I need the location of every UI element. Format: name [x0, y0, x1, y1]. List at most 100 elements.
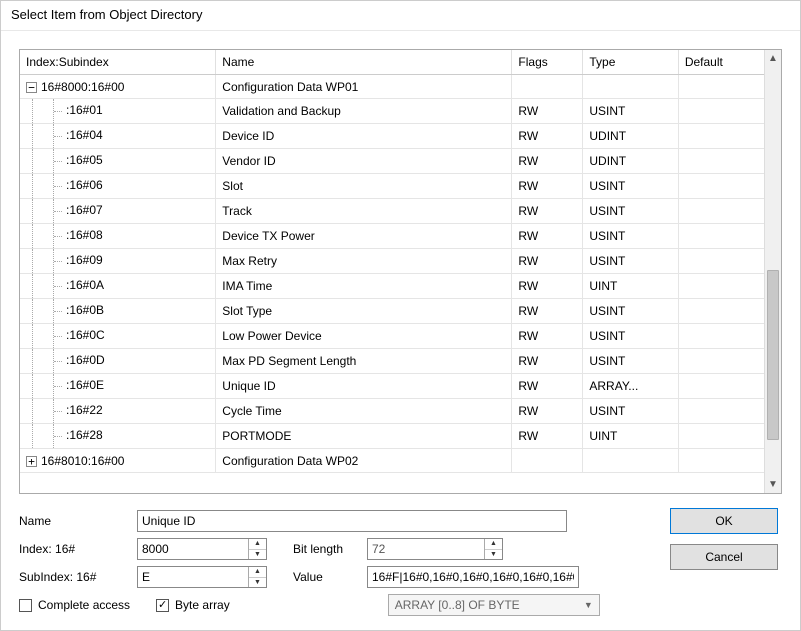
subindex-input[interactable]: [138, 567, 248, 587]
tree-child-row[interactable]: :16#09Max RetryRWUSINT: [20, 249, 764, 274]
byte-array-label: Byte array: [175, 598, 230, 612]
tree-child-index[interactable]: :16#04: [20, 124, 216, 149]
label-bitlength: Bit length: [293, 542, 359, 556]
tree-group-index[interactable]: +16#8010:16#00: [20, 449, 216, 473]
scroll-up-icon[interactable]: ▲: [765, 50, 781, 67]
spinner-up-icon[interactable]: ▲: [249, 567, 266, 578]
cell-flags: [512, 449, 583, 473]
tree-child-name: Slot Type: [216, 299, 512, 324]
detail-form: Name Index: 16# ▲ ▼ Bit length ▲: [19, 504, 782, 616]
cell-default: [678, 249, 764, 274]
scroll-down-icon[interactable]: ▼: [765, 476, 781, 493]
tree-child-row[interactable]: :16#04Device IDRWUDINT: [20, 124, 764, 149]
cell-flags: RW: [512, 99, 583, 124]
cell-default: [678, 75, 764, 99]
tree-child-name: IMA Time: [216, 274, 512, 299]
tree-child-row[interactable]: :16#22Cycle TimeRWUSINT: [20, 399, 764, 424]
cell-default: [678, 274, 764, 299]
array-type-combo[interactable]: ARRAY [0..8] OF BYTE ▼: [388, 594, 600, 616]
col-flags[interactable]: Flags: [512, 50, 583, 75]
tree-root-row[interactable]: −16#8000:16#00Configuration Data WP01: [20, 75, 764, 99]
tree-child-index[interactable]: :16#06: [20, 174, 216, 199]
cell-default: [678, 124, 764, 149]
tree-root-index[interactable]: −16#8000:16#00: [20, 75, 216, 99]
tree-child-row[interactable]: :16#0AIMA TimeRWUINT: [20, 274, 764, 299]
scroll-thumb[interactable]: [767, 270, 779, 440]
tree-child-row[interactable]: :16#0BSlot TypeRWUSINT: [20, 299, 764, 324]
cell-type: USINT: [583, 299, 678, 324]
spinner-down-icon[interactable]: ▼: [485, 550, 502, 560]
tree-child-row[interactable]: :16#08Device TX PowerRWUSINT: [20, 224, 764, 249]
tree-child-index[interactable]: :16#09: [20, 249, 216, 274]
vertical-scrollbar[interactable]: ▲ ▼: [764, 50, 781, 493]
name-field[interactable]: [137, 510, 567, 532]
tree-child-index[interactable]: :16#0A: [20, 274, 216, 299]
cell-type: UDINT: [583, 124, 678, 149]
tree-child-index[interactable]: :16#07: [20, 199, 216, 224]
label-subindex: SubIndex: 16#: [19, 570, 129, 584]
tree-child-name: Max PD Segment Length: [216, 349, 512, 374]
tree-child-index[interactable]: :16#08: [20, 224, 216, 249]
cell-type: UDINT: [583, 149, 678, 174]
cell-type: USINT: [583, 324, 678, 349]
ok-button[interactable]: OK: [670, 508, 778, 534]
cell-default: [678, 299, 764, 324]
spinner-up-icon[interactable]: ▲: [485, 539, 502, 550]
label-index: Index: 16#: [19, 542, 129, 556]
cell-default: [678, 224, 764, 249]
col-name[interactable]: Name: [216, 50, 512, 75]
tree-child-index[interactable]: :16#0D: [20, 349, 216, 374]
cell-type: USINT: [583, 249, 678, 274]
tree-child-row[interactable]: :16#0EUnique IDRWARRAY...: [20, 374, 764, 399]
tree-child-index[interactable]: :16#0B: [20, 299, 216, 324]
col-default[interactable]: Default: [678, 50, 764, 75]
tree-child-row[interactable]: :16#07TrackRWUSINT: [20, 199, 764, 224]
cell-default: [678, 449, 764, 473]
cell-flags: [512, 75, 583, 99]
collapse-icon[interactable]: −: [26, 82, 37, 93]
col-index[interactable]: Index:Subindex: [20, 50, 216, 75]
cell-default: [678, 399, 764, 424]
dialog-content: Index:Subindex Name Flags Type Default −…: [1, 31, 800, 630]
index-input[interactable]: [138, 539, 248, 559]
tree-child-row[interactable]: :16#05Vendor IDRWUDINT: [20, 149, 764, 174]
tree-child-index[interactable]: :16#0C: [20, 324, 216, 349]
cell-default: [678, 174, 764, 199]
tree-child-index[interactable]: :16#01: [20, 99, 216, 124]
label-value: Value: [293, 570, 359, 584]
tree-child-index[interactable]: :16#22: [20, 399, 216, 424]
cell-type: USINT: [583, 399, 678, 424]
value-field[interactable]: [367, 566, 579, 588]
bitlength-spinner[interactable]: ▲ ▼: [367, 538, 503, 560]
tree-child-row[interactable]: :16#28PORTMODERWUINT: [20, 424, 764, 449]
spinner-down-icon[interactable]: ▼: [249, 550, 266, 560]
cell-default: [678, 99, 764, 124]
tree-child-name: Unique ID: [216, 374, 512, 399]
tree-child-row[interactable]: :16#0DMax PD Segment LengthRWUSINT: [20, 349, 764, 374]
spinner-down-icon[interactable]: ▼: [249, 578, 266, 588]
cell-flags: RW: [512, 224, 583, 249]
cell-flags: RW: [512, 174, 583, 199]
expand-icon[interactable]: +: [26, 456, 37, 467]
tree-child-index[interactable]: :16#05: [20, 149, 216, 174]
tree-child-name: Low Power Device: [216, 324, 512, 349]
bitlength-input[interactable]: [368, 539, 484, 559]
spinner-up-icon[interactable]: ▲: [249, 539, 266, 550]
complete-access-checkbox[interactable]: Complete access: [19, 598, 130, 612]
index-spinner[interactable]: ▲ ▼: [137, 538, 267, 560]
cancel-button[interactable]: Cancel: [670, 544, 778, 570]
subindex-spinner[interactable]: ▲ ▼: [137, 566, 267, 588]
tree-child-row[interactable]: :16#06SlotRWUSINT: [20, 174, 764, 199]
tree-child-index[interactable]: :16#0E: [20, 374, 216, 399]
col-type[interactable]: Type: [583, 50, 678, 75]
tree-child-row[interactable]: :16#0CLow Power DeviceRWUSINT: [20, 324, 764, 349]
tree-child-row[interactable]: :16#01Validation and BackupRWUSINT: [20, 99, 764, 124]
cell-default: [678, 349, 764, 374]
tree-group-row[interactable]: +16#8010:16#00Configuration Data WP02: [20, 449, 764, 473]
cell-flags: RW: [512, 249, 583, 274]
tree-child-name: Validation and Backup: [216, 99, 512, 124]
table-header-row: Index:Subindex Name Flags Type Default: [20, 50, 764, 75]
tree-child-index[interactable]: :16#28: [20, 424, 216, 449]
cell-flags: RW: [512, 424, 583, 449]
byte-array-checkbox[interactable]: ✓ Byte array: [156, 598, 230, 612]
